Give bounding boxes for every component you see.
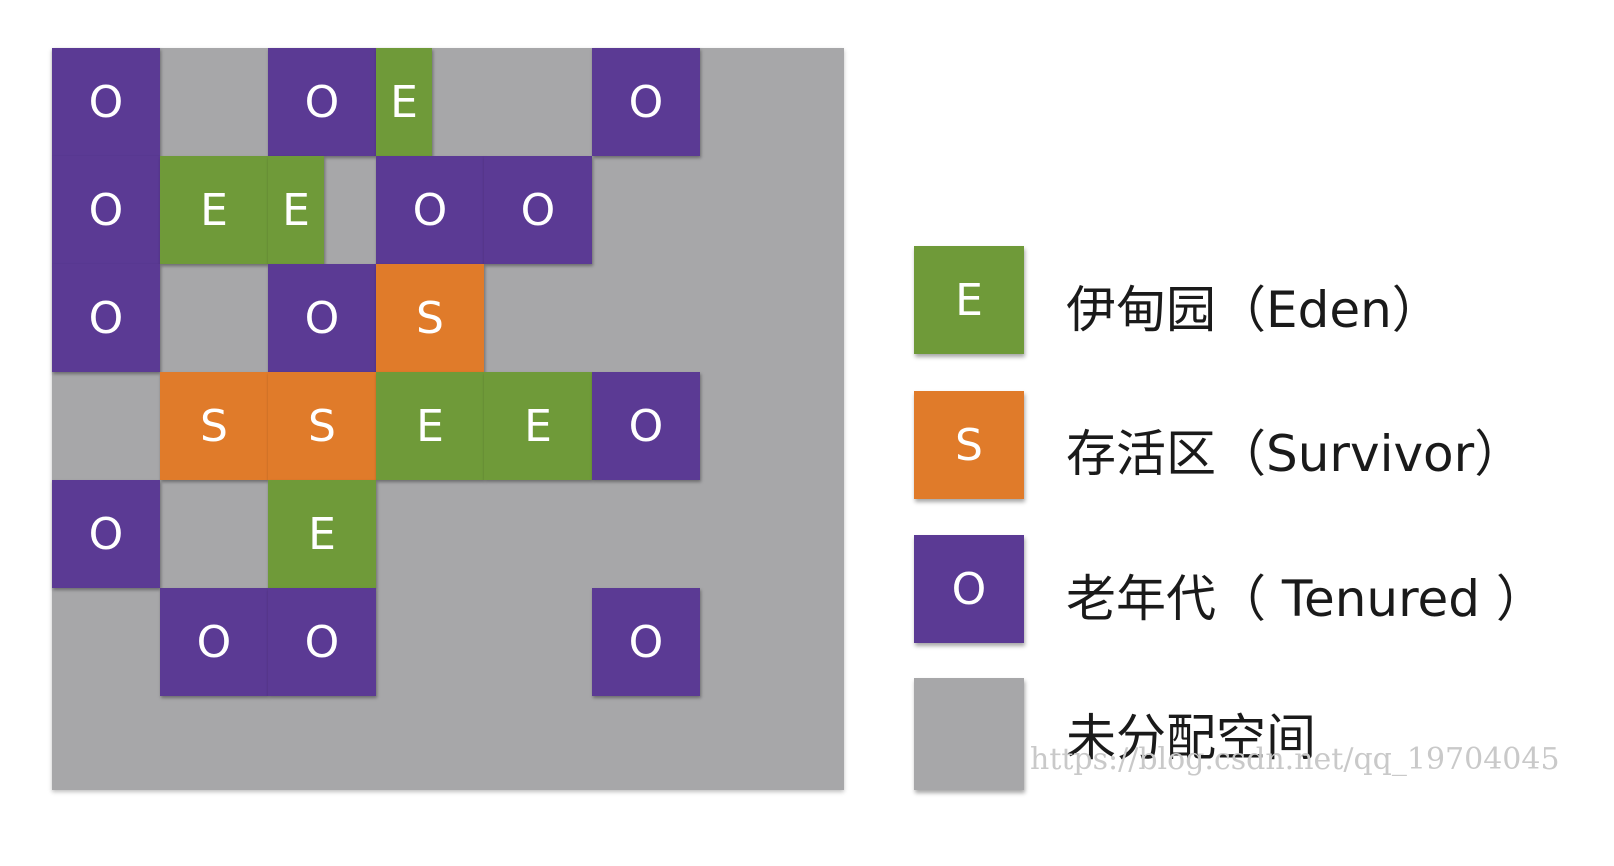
heap-cell-survivor: S bbox=[160, 372, 268, 480]
heap-cell-tenured: O bbox=[52, 48, 160, 156]
legend-swatch-eden: E bbox=[914, 246, 1024, 354]
legend-swatch-tenured: O bbox=[914, 535, 1024, 643]
heap-grid: OOEOOEEOOOOSSSEEOOEOOO bbox=[52, 48, 844, 790]
heap-cell-tenured: O bbox=[376, 156, 484, 264]
heap-cell-tenured: O bbox=[592, 372, 700, 480]
heap-cell-tenured: O bbox=[484, 156, 592, 264]
heap-cell-eden: E bbox=[484, 372, 592, 480]
legend-label-survivor: 存活区（Survivor） bbox=[1066, 425, 1525, 483]
legend-label-eden: 伊甸园（Eden） bbox=[1066, 281, 1442, 339]
heap-cell-eden: E bbox=[376, 372, 484, 480]
legend-swatch-tenured-letter: O bbox=[951, 563, 987, 615]
heap-cell-tenured: O bbox=[52, 156, 160, 264]
heap-cell-tenured: O bbox=[160, 588, 268, 696]
heap-cell-tenured: O bbox=[52, 264, 160, 372]
legend-swatch-survivor-letter: S bbox=[955, 419, 983, 471]
watermark: https://blog.csdn.net/qq_19704045 bbox=[1030, 742, 1560, 777]
heap-cell-survivor: S bbox=[376, 264, 484, 372]
heap-cell-tenured: O bbox=[52, 480, 160, 588]
heap-cell-eden: E bbox=[376, 48, 432, 156]
legend-swatch-survivor: S bbox=[914, 391, 1024, 499]
heap-cell-survivor: S bbox=[268, 372, 376, 480]
heap-cell-tenured: O bbox=[268, 48, 376, 156]
heap-cell-tenured: O bbox=[268, 264, 376, 372]
legend-swatch-unallocated bbox=[914, 678, 1024, 790]
heap-cell-eden: E bbox=[268, 480, 376, 588]
heap-cell-tenured: O bbox=[592, 588, 700, 696]
heap-cell-eden: E bbox=[268, 156, 324, 264]
heap-cell-eden: E bbox=[160, 156, 268, 264]
legend-swatch-eden-letter: E bbox=[955, 274, 983, 326]
legend-label-tenured: 老年代（ Tenured ） bbox=[1066, 570, 1546, 628]
heap-cell-tenured: O bbox=[268, 588, 376, 696]
heap-cell-tenured: O bbox=[592, 48, 700, 156]
